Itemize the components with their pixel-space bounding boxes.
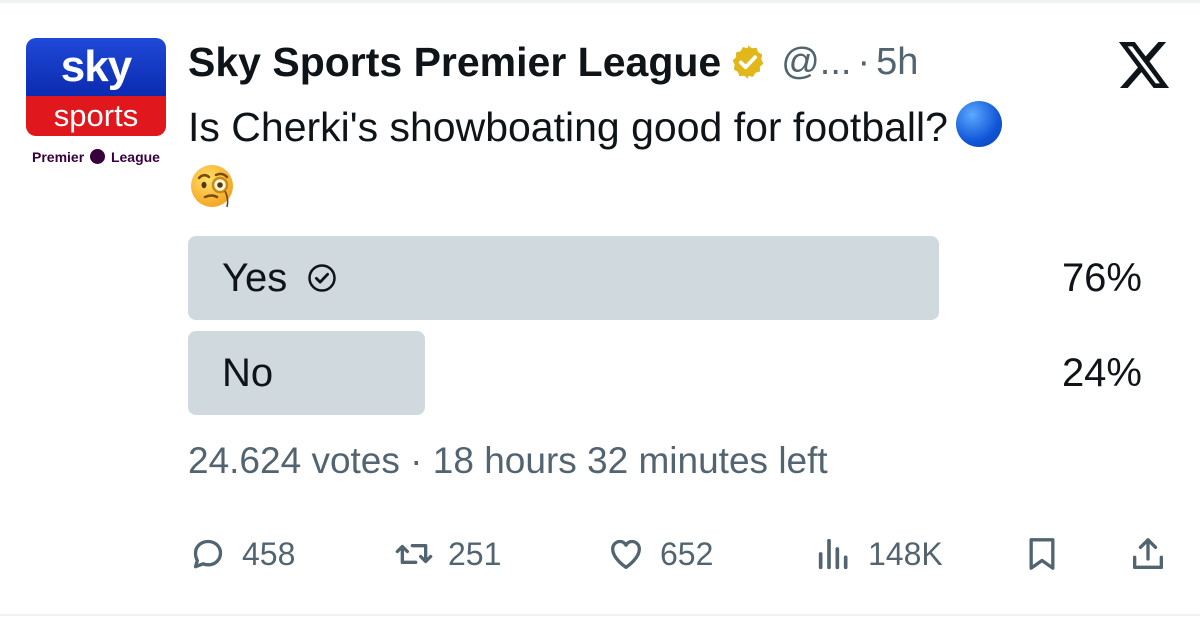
bookmark-icon xyxy=(1029,538,1055,570)
tweet-header: Sky Sports Premier League @... · 5h xyxy=(188,36,918,88)
poll-option-label: Yes xyxy=(222,256,288,300)
poll-option-yes[interactable]: Yes 76% xyxy=(188,236,1142,320)
share-icon xyxy=(1133,538,1163,569)
like-count: 652 xyxy=(660,535,714,572)
top-divider xyxy=(0,0,1200,3)
tweet-body: Is Cherki's showboating good for footbal… xyxy=(188,104,948,150)
poll-option-percent: 76% xyxy=(1061,256,1142,300)
poll-option-label-wrap: No xyxy=(222,331,273,415)
avatar-sub-right: League xyxy=(110,149,160,165)
bottom-divider xyxy=(0,614,1200,616)
author-handle[interactable]: @... xyxy=(781,41,851,84)
share-button[interactable] xyxy=(1128,530,1182,578)
author-avatar[interactable]: sky sports Premier League xyxy=(26,38,166,178)
avatar-subtitle: Premier League xyxy=(26,146,166,168)
repost-icon xyxy=(395,544,433,564)
header-separator: · xyxy=(857,40,871,83)
repost-button[interactable]: 251 xyxy=(394,530,501,578)
poll-option-label: No xyxy=(222,351,274,395)
poll-meta-separator: · xyxy=(410,440,423,481)
like-button[interactable]: 652 xyxy=(606,530,713,578)
heart-icon xyxy=(611,539,641,569)
poll-meta: 24.624 votes · 18 hours 32 minutes left xyxy=(188,440,828,482)
tweet-timestamp[interactable]: 5h xyxy=(876,41,918,84)
blue-circle-icon xyxy=(955,101,1002,147)
repost-count: 251 xyxy=(448,535,502,572)
check-circle-icon xyxy=(308,264,337,292)
poll-time-left: 18 hours 32 minutes left xyxy=(432,440,828,481)
x-logo-icon[interactable] xyxy=(1118,42,1170,88)
views-button[interactable]: 148K xyxy=(814,530,943,578)
poll-votes: 24.624 votes xyxy=(188,440,400,481)
face-with-monocle-icon xyxy=(191,165,233,208)
tweet-text: Is Cherki's showboating good for footbal… xyxy=(188,96,1178,220)
premier-league-lion-icon xyxy=(90,149,106,164)
avatar-brand-bottom: sports xyxy=(26,96,166,136)
gold-verified-icon[interactable] xyxy=(729,43,767,81)
reply-icon xyxy=(193,539,223,569)
poll-option-percent: 24% xyxy=(1061,351,1142,395)
author-display-name[interactable]: Sky Sports Premier League xyxy=(188,39,721,86)
reply-button[interactable]: 458 xyxy=(188,530,295,578)
reply-count: 458 xyxy=(242,535,296,572)
bookmark-button[interactable] xyxy=(1022,530,1076,578)
poll-option-no[interactable]: No 24% xyxy=(188,331,1142,415)
poll-option-label-wrap: Yes xyxy=(222,236,337,320)
views-chart-icon xyxy=(818,538,848,570)
views-count: 148K xyxy=(868,535,943,572)
avatar-brand-top: sky xyxy=(26,38,166,96)
avatar-sub-left: Premier xyxy=(32,149,85,165)
